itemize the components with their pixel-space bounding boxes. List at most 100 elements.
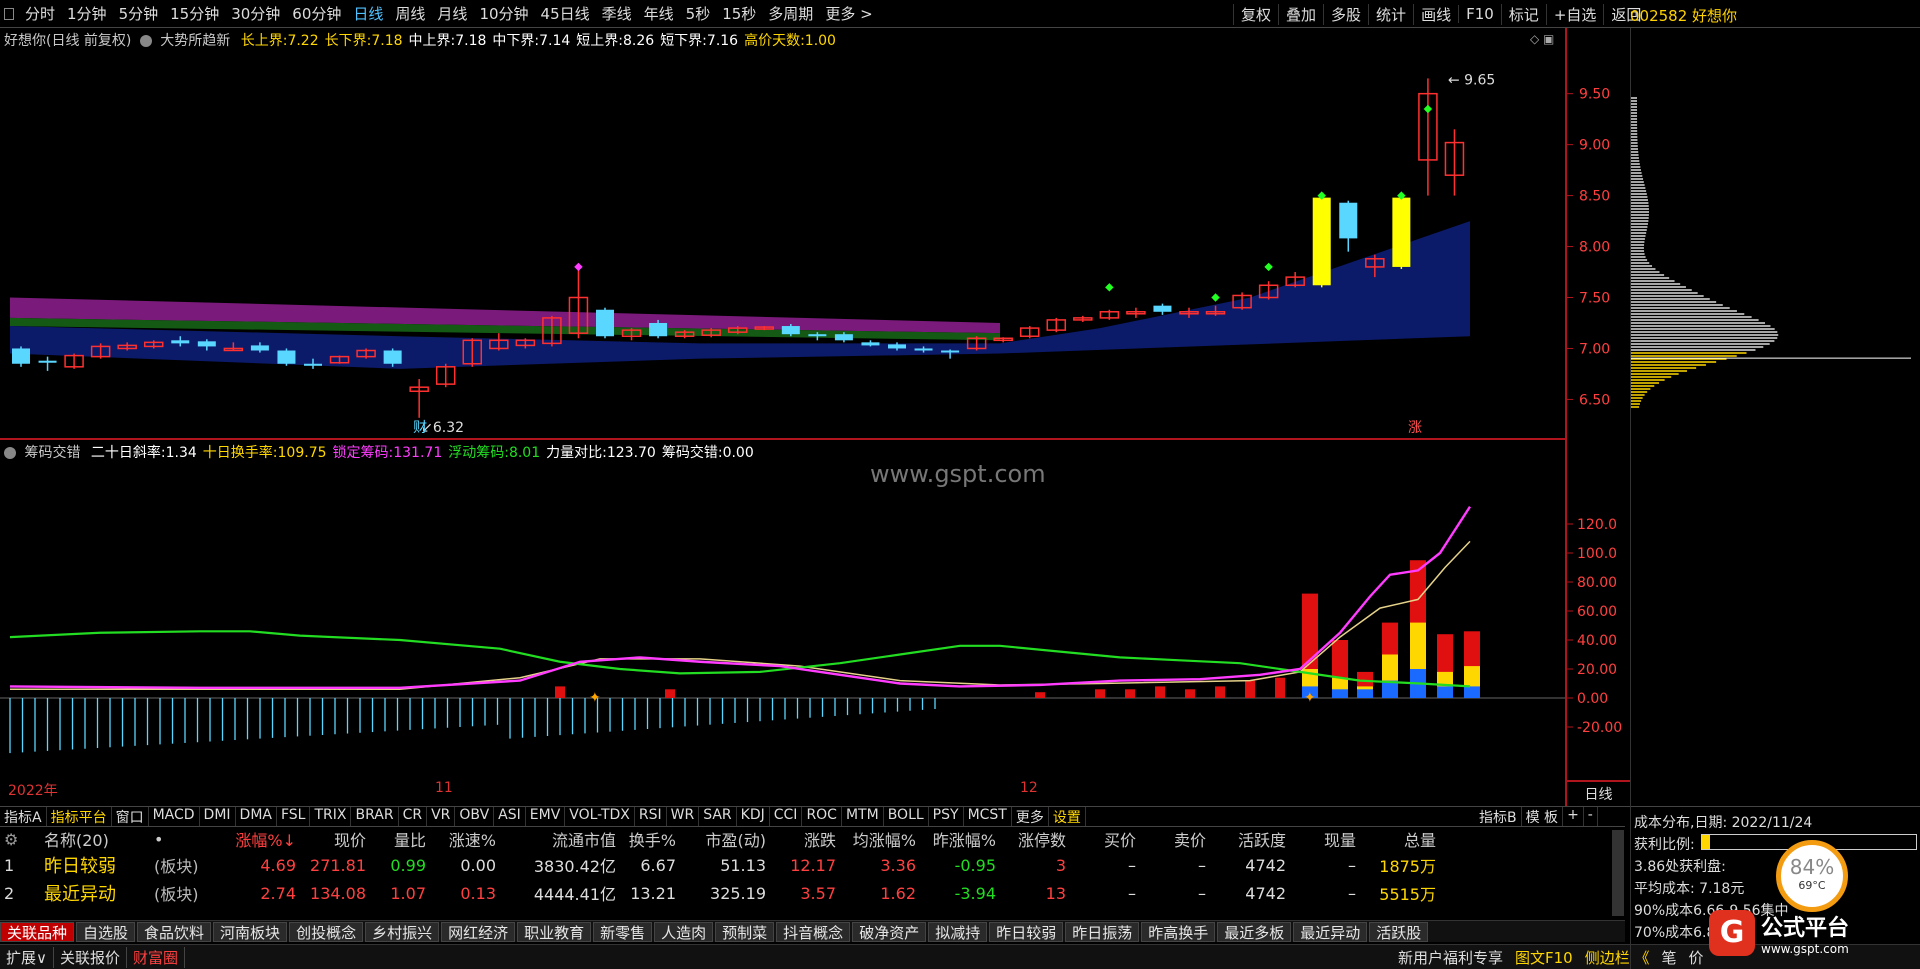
indicator-tab-7[interactable]: TRIX — [310, 806, 352, 827]
status-item-2[interactable]: 财富圈 — [127, 946, 186, 968]
indicator-tab-4[interactable]: DMI — [200, 806, 236, 827]
table-row[interactable]: 2 最近异动 (板块) 2.74 134.08 1.07 0.13 4444.41亿 13.21… — [0, 879, 1440, 907]
indicator-tab-14[interactable]: VOL-TDX — [565, 806, 635, 827]
col-header-9[interactable]: 市盈(动) — [680, 827, 770, 851]
axis-corner[interactable]: 日线 — [1567, 780, 1630, 806]
sector-tab-2[interactable]: 食品饮料 — [137, 921, 212, 942]
col-header-0[interactable]: ⚙ — [0, 827, 40, 851]
indicator-plot[interactable]: ✦ ✦ — [0, 440, 1565, 780]
sector-tab-14[interactable]: 昨日较弱 — [989, 921, 1064, 942]
indicator-tab-16[interactable]: WR — [667, 806, 700, 827]
col-header-3[interactable]: 涨幅%↓ — [220, 827, 300, 851]
col-header-16[interactable]: 活跃度 — [1210, 827, 1290, 851]
sector-tab-10[interactable]: 预制菜 — [715, 921, 775, 942]
performance-badge[interactable]: 84% 69°C — [1776, 840, 1848, 912]
indicator-tab-18[interactable]: KDJ — [737, 806, 770, 827]
toolbar-btn-3[interactable]: 统计 — [1368, 3, 1413, 25]
col-header-14[interactable]: 买价 — [1070, 827, 1140, 851]
settings-icon[interactable]: ⚙ — [4, 830, 18, 849]
period-4[interactable]: 30分钟 — [225, 3, 286, 24]
indicator-tab-3[interactable]: MACD — [149, 806, 200, 827]
expand-icon[interactable]: ◇ ▣ — [1530, 32, 1554, 46]
toolbar-btn-5[interactable]: F10 — [1458, 5, 1501, 23]
col-header-7[interactable]: 流通市值 — [500, 827, 620, 851]
indicator-tab-15[interactable]: RSI — [635, 806, 667, 827]
status-item-0[interactable]: 扩展∨ — [0, 946, 54, 968]
sector-tab-6[interactable]: 网红经济 — [441, 921, 516, 942]
toolbar-btn-6[interactable]: 标记 — [1500, 3, 1546, 25]
col-header-11[interactable]: 均涨幅% — [840, 827, 920, 851]
period-6[interactable]: 日线 — [347, 3, 389, 24]
indicator-tab-22[interactable]: BOLL — [884, 806, 929, 827]
period-0[interactable]: 分时 — [19, 3, 61, 24]
indicator-tab-13[interactable]: EMV — [526, 806, 566, 827]
indicator-tab-23[interactable]: PSY — [929, 806, 964, 827]
period-8[interactable]: 月线 — [431, 3, 473, 24]
period-13[interactable]: 5秒 — [680, 3, 717, 24]
indicator-tab-17[interactable]: SAR — [699, 806, 737, 827]
toolbar-btn-4[interactable]: 画线 — [1413, 3, 1458, 25]
period-14[interactable]: 15秒 — [716, 3, 762, 24]
indicator-tab-2[interactable]: 窗口 — [112, 806, 149, 827]
indicator-tab-right-3[interactable]: - — [1584, 806, 1598, 827]
indicator-tab-9[interactable]: CR — [399, 806, 428, 827]
period-5[interactable]: 60分钟 — [286, 3, 347, 24]
toolbar-btn-7[interactable]: +自选 — [1545, 3, 1604, 25]
indicator-tab-24[interactable]: MCST — [964, 806, 1012, 827]
col-header-2[interactable]: • — [150, 827, 220, 851]
status-right-1[interactable]: 图文F10 — [1509, 947, 1579, 968]
sector-tab-19[interactable]: 活跃股 — [1369, 921, 1429, 942]
sector-tab-18[interactable]: 最近异动 — [1293, 921, 1368, 942]
indicator-tab-20[interactable]: ROC — [802, 806, 842, 827]
indicator-tab-8[interactable]: BRAR — [351, 806, 399, 827]
sector-tab-12[interactable]: 破净资产 — [852, 921, 927, 942]
sector-tab-0[interactable]: 关联品种 — [0, 921, 75, 942]
col-header-4[interactable]: 现价 — [300, 827, 370, 851]
indicator-tab-19[interactable]: CCI — [770, 806, 803, 827]
sector-tab-9[interactable]: 人造肉 — [654, 921, 714, 942]
period-15[interactable]: 多周期 — [762, 3, 819, 24]
status-right-0[interactable]: 新用户福利专享 — [1392, 947, 1509, 968]
indicator-chart[interactable]: 筹码交错 二十日斜率:1.34 十日换手率:109.75 锁定筹码:131.71 浮动… — [0, 440, 1565, 780]
sector-tab-4[interactable]: 创投概念 — [289, 921, 364, 942]
indicator-tab-5[interactable]: DMA — [236, 806, 277, 827]
indicator-tab-0[interactable]: 指标A — [0, 806, 47, 827]
sector-tab-7[interactable]: 职业教育 — [517, 921, 592, 942]
menu-icon[interactable] — [4, 7, 14, 20]
period-12[interactable]: 年线 — [638, 3, 680, 24]
indicator-tab-10[interactable]: VR — [427, 806, 456, 827]
indicator-tab-right-1[interactable]: 模 板 — [1522, 806, 1564, 827]
sector-tab-11[interactable]: 抖音概念 — [776, 921, 851, 942]
indicator-tab-12[interactable]: ASI — [494, 806, 526, 827]
indicator-tab-1[interactable]: 指标平台 — [47, 806, 112, 827]
period-9[interactable]: 10分钟 — [473, 3, 534, 24]
indicator-tab-26[interactable]: 设置 — [1049, 806, 1086, 827]
period-10[interactable]: 45日线 — [535, 3, 596, 24]
toolbar-btn-0[interactable]: 复权 — [1233, 3, 1278, 25]
col-header-1[interactable]: 名称(20) — [40, 827, 150, 851]
sector-tab-13[interactable]: 拟减持 — [928, 921, 988, 942]
col-header-12[interactable]: 昨涨幅% — [920, 827, 1000, 851]
indicator-tab-right-0[interactable]: 指标B — [1475, 806, 1522, 827]
period-3[interactable]: 15分钟 — [164, 3, 225, 24]
toolbar-btn-1[interactable]: 叠加 — [1278, 3, 1323, 25]
table-scrollbar[interactable] — [1612, 830, 1624, 916]
sector-tab-16[interactable]: 昨高换手 — [1141, 921, 1216, 942]
indicator-tab-21[interactable]: MTM — [842, 806, 884, 827]
period-2[interactable]: 5分钟 — [113, 3, 165, 24]
indicator-tab-25[interactable]: 更多 — [1012, 806, 1049, 827]
sector-tab-1[interactable]: 自选股 — [76, 921, 136, 942]
sector-tab-8[interactable]: 新零售 — [593, 921, 653, 942]
candlestick-chart[interactable]: ← 9.65 ↙6.32财 涨 — [0, 28, 1565, 440]
col-header-18[interactable]: 总量 — [1360, 827, 1440, 851]
col-header-17[interactable]: 现量 — [1290, 827, 1360, 851]
col-header-6[interactable]: 涨速% — [430, 827, 500, 851]
period-16[interactable]: 更多 > — [819, 3, 878, 24]
status-item-1[interactable]: 关联报价 — [54, 946, 127, 968]
period-7[interactable]: 周线 — [389, 3, 431, 24]
col-header-8[interactable]: 换手% — [620, 827, 680, 851]
indicator-tab-6[interactable]: FSL — [277, 806, 311, 827]
sector-tab-17[interactable]: 最近多板 — [1217, 921, 1292, 942]
sector-tab-15[interactable]: 昨日振荡 — [1065, 921, 1140, 942]
indicator-tab-11[interactable]: OBV — [455, 806, 495, 827]
